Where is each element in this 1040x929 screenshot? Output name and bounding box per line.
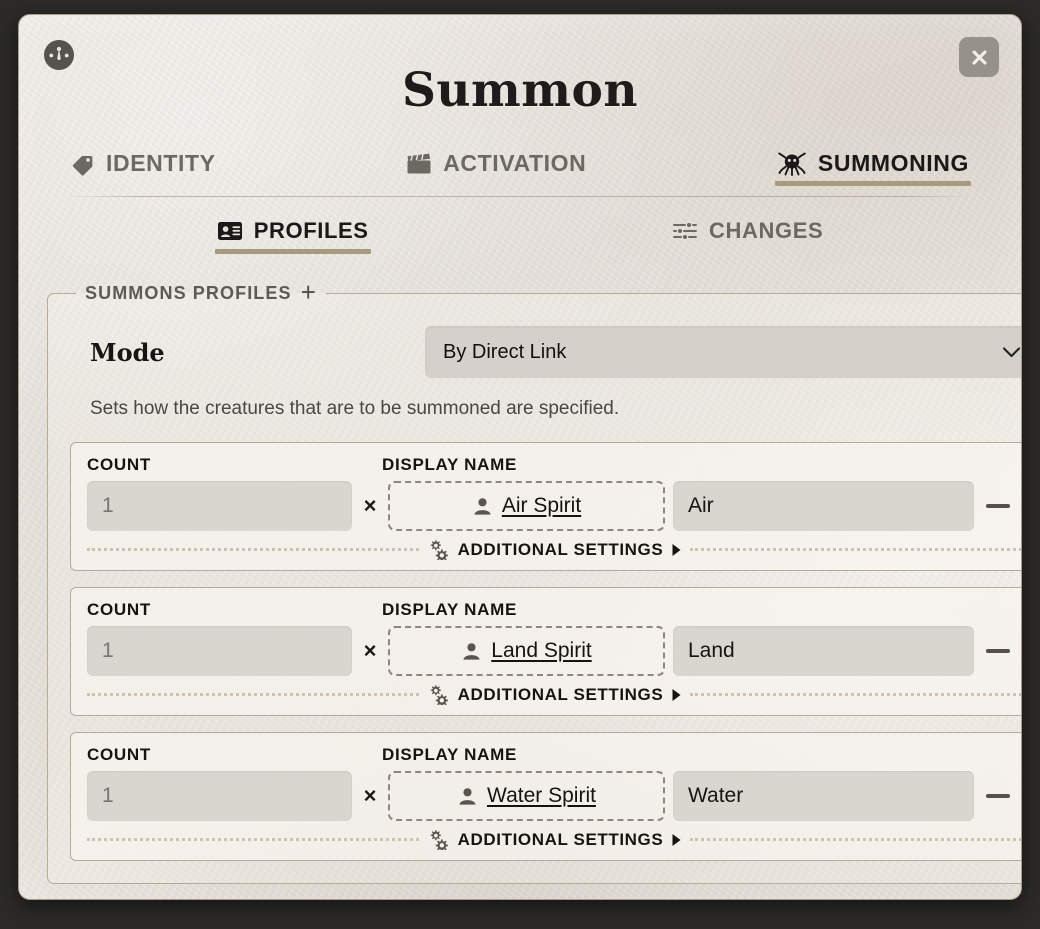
profile-controls: × Land Spirit — [87, 626, 1021, 676]
creature-drop-target[interactable]: Water Spirit — [388, 771, 665, 821]
profile-controls: × Air Spirit — [87, 481, 1021, 531]
additional-settings-toggle[interactable]: ADDITIONAL SETTINGS — [427, 539, 683, 560]
dotted-divider-left — [87, 693, 419, 696]
summons-profiles-legend-text: SUMMONS PROFILES — [85, 282, 292, 303]
tab-activation[interactable]: ACTIVATION — [400, 147, 592, 186]
mode-row: Mode By Direct Link — [70, 314, 1021, 378]
primary-tab-bar: IDENTITY ACTIVATION SUMMONING — [19, 146, 1021, 186]
additional-settings-row: ADDITIONAL SETTINGS — [87, 829, 1021, 852]
additional-settings-label: ADDITIONAL SETTINGS — [457, 829, 664, 849]
summons-profiles-section: SUMMONS PROFILES + Mode By Direct Link S… — [47, 279, 1021, 884]
close-button[interactable] — [959, 37, 999, 77]
page-title: Summon — [401, 63, 639, 118]
display-name-input[interactable] — [673, 771, 974, 821]
dotted-divider-right — [690, 838, 1021, 841]
person-icon — [461, 641, 482, 662]
dotted-divider-left — [87, 838, 419, 841]
minus-icon — [986, 504, 1010, 508]
remove-profile-button[interactable] — [974, 773, 1021, 819]
plus-icon[interactable]: + — [301, 279, 317, 305]
additional-settings-row: ADDITIONAL SETTINGS — [87, 684, 1021, 707]
minus-icon — [986, 794, 1010, 798]
tab-summoning[interactable]: SUMMONING — [771, 146, 975, 186]
profile-controls: × Water Spirit — [87, 771, 1021, 821]
times-symbol: × — [363, 493, 377, 518]
additional-settings-label: ADDITIONAL SETTINGS — [457, 684, 664, 704]
gears-icon — [427, 829, 450, 850]
remove-profile-button[interactable] — [974, 483, 1021, 529]
tab-activation-label: ACTIVATION — [443, 150, 587, 176]
gauge-icon[interactable] — [42, 38, 76, 72]
count-input[interactable] — [87, 626, 352, 676]
creature-name: Land Spirit — [491, 639, 592, 662]
count-label: COUNT — [87, 745, 151, 764]
octopus-icon — [777, 149, 807, 177]
additional-settings-toggle[interactable]: ADDITIONAL SETTINGS — [427, 684, 683, 705]
profile-card: COUNT DISPLAY NAME × Land Spirit — [70, 587, 1021, 716]
dotted-divider-right — [690, 548, 1021, 551]
chevron-down-icon — [1002, 346, 1021, 359]
creature-drop-target[interactable]: Land Spirit — [388, 626, 665, 676]
count-input[interactable] — [87, 481, 352, 531]
tab-divider — [65, 196, 975, 197]
creature-name: Air Spirit — [501, 494, 582, 517]
person-icon — [472, 496, 493, 517]
dotted-divider-right — [690, 693, 1021, 696]
close-icon — [971, 49, 987, 65]
gears-icon — [427, 684, 450, 705]
person-icon — [457, 786, 478, 807]
additional-settings-label: ADDITIONAL SETTINGS — [457, 539, 664, 559]
count-input[interactable] — [87, 771, 352, 821]
tab-identity[interactable]: IDENTITY — [65, 147, 222, 186]
remove-profile-button[interactable] — [974, 628, 1021, 674]
tab-changes-label: CHANGES — [709, 218, 824, 243]
additional-settings-row: ADDITIONAL SETTINGS — [87, 539, 1021, 562]
times-symbol: × — [363, 783, 377, 808]
display-name-label: DISPLAY NAME — [382, 745, 517, 764]
additional-settings-toggle[interactable]: ADDITIONAL SETTINGS — [427, 829, 683, 850]
times-symbol: × — [363, 638, 377, 663]
profiles-list: COUNT DISPLAY NAME × Air Spirit — [70, 442, 1021, 861]
mode-select[interactable]: By Direct Link — [425, 326, 1021, 378]
mode-hint: Sets how the creatures that are to be su… — [90, 398, 620, 419]
sliders-icon — [672, 220, 698, 242]
count-label: COUNT — [87, 455, 151, 474]
display-name-input[interactable] — [673, 626, 974, 676]
caret-right-icon — [671, 543, 682, 557]
mode-label: Mode — [90, 337, 165, 367]
tab-profiles-label: PROFILES — [253, 218, 369, 243]
sub-tab-bar: PROFILES CHANGES — [19, 215, 1021, 254]
profile-column-labels: COUNT DISPLAY NAME — [87, 745, 1021, 765]
profile-card: COUNT DISPLAY NAME × Water Spirit — [70, 732, 1021, 861]
tab-identity-label: IDENTITY — [106, 150, 216, 176]
display-name-label: DISPLAY NAME — [382, 600, 517, 619]
tab-changes[interactable]: CHANGES — [666, 215, 829, 254]
clapperboard-icon — [406, 152, 432, 176]
minus-icon — [986, 649, 1010, 653]
count-label: COUNT — [87, 600, 151, 619]
display-name-label: DISPLAY NAME — [382, 455, 517, 474]
mode-select-value: By Direct Link — [443, 340, 567, 363]
creature-drop-target[interactable]: Air Spirit — [388, 481, 665, 531]
caret-right-icon — [671, 833, 682, 847]
display-name-input[interactable] — [673, 481, 974, 531]
profile-column-labels: COUNT DISPLAY NAME — [87, 600, 1021, 620]
gears-icon — [427, 539, 450, 560]
summons-profiles-legend: SUMMONS PROFILES + — [76, 279, 326, 306]
tab-summoning-label: SUMMONING — [817, 149, 969, 176]
dotted-divider-left — [87, 548, 419, 551]
tab-profiles[interactable]: PROFILES — [211, 215, 375, 254]
caret-right-icon — [671, 688, 682, 702]
tag-icon — [71, 152, 95, 176]
profile-column-labels: COUNT DISPLAY NAME — [87, 455, 1021, 475]
creature-name: Water Spirit — [487, 784, 596, 807]
id-card-icon — [217, 220, 243, 242]
profile-card: COUNT DISPLAY NAME × Air Spirit — [70, 442, 1021, 571]
summon-dialog-window: Summon IDENTITY ACTIVATION SUMMONING PRO… — [18, 14, 1022, 900]
